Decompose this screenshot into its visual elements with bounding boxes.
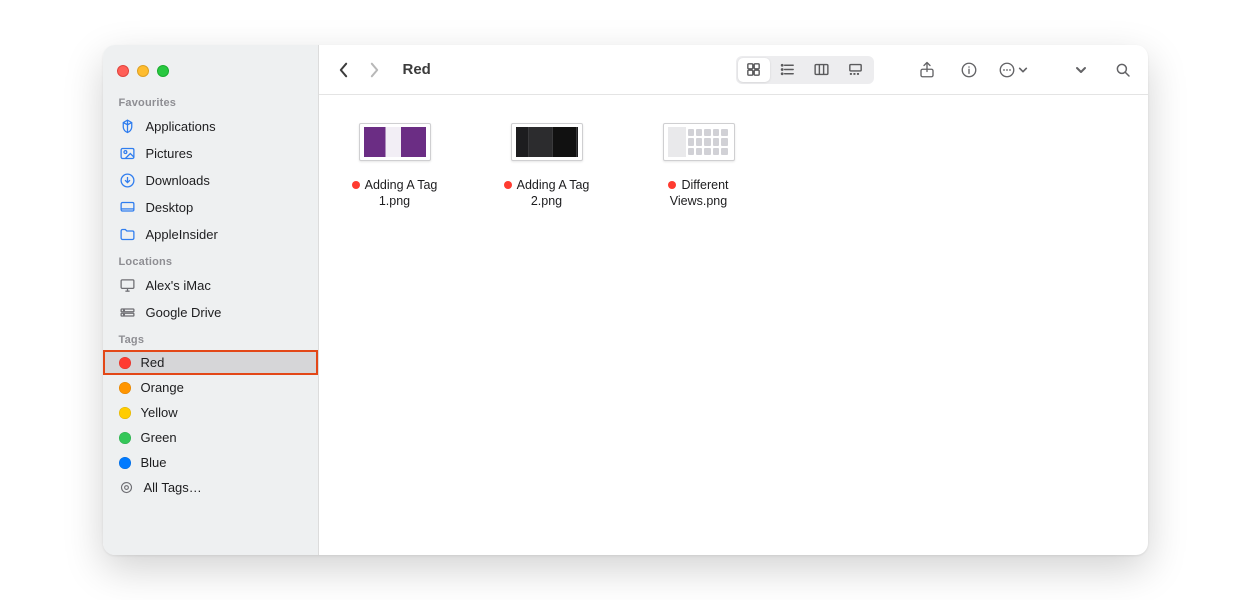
sidebar-item-label: Desktop — [146, 200, 194, 215]
view-list-button[interactable] — [772, 58, 804, 82]
desktop-icon — [119, 199, 136, 216]
sidebar: Favourites Applications Pictures Downloa… — [103, 45, 319, 555]
file-label: Adding A Tag 2.png — [504, 177, 590, 210]
folder-icon — [119, 226, 136, 243]
drive-icon — [119, 304, 136, 321]
sidebar-section-header-locations: Locations — [103, 248, 318, 272]
sidebar-item-label: Yellow — [141, 405, 178, 420]
file-item[interactable]: Adding A Tag 1.png — [339, 123, 451, 210]
tag-orange-icon — [119, 382, 131, 394]
sidebar-item-pictures[interactable]: Pictures — [103, 140, 318, 167]
more-actions-button[interactable] — [998, 61, 1028, 79]
sidebar-item-google-drive[interactable]: Google Drive — [103, 299, 318, 326]
sidebar-item-label: Google Drive — [146, 305, 222, 320]
window-title: Red — [403, 61, 431, 78]
sidebar-item-desktop[interactable]: Desktop — [103, 194, 318, 221]
view-icon-button[interactable] — [738, 58, 770, 82]
imac-icon — [119, 277, 136, 294]
sidebar-item-label: All Tags… — [144, 480, 202, 495]
sidebar-tag-red[interactable]: Red — [103, 350, 318, 375]
file-thumbnail — [511, 123, 583, 161]
sidebar-item-label: Green — [141, 430, 177, 445]
applications-icon — [119, 118, 136, 135]
sidebar-item-label: Blue — [141, 455, 167, 470]
sidebar-tag-green[interactable]: Green — [103, 425, 318, 450]
sidebar-item-label: Red — [141, 355, 165, 370]
sidebar-item-label: Applications — [146, 119, 216, 134]
sidebar-tag-blue[interactable]: Blue — [103, 450, 318, 475]
sidebar-tag-orange[interactable]: Orange — [103, 375, 318, 400]
sidebar-item-label: Alex's iMac — [146, 278, 211, 293]
sidebar-item-label: Downloads — [146, 173, 210, 188]
tag-red-icon — [119, 357, 131, 369]
toolbar: Red — [319, 45, 1148, 95]
sidebar-item-appleinsider[interactable]: AppleInsider — [103, 221, 318, 248]
sidebar-item-label: AppleInsider — [146, 227, 218, 242]
sidebar-item-applications[interactable]: Applications — [103, 113, 318, 140]
sidebar-all-tags[interactable]: All Tags… — [103, 475, 318, 500]
tag-blue-icon — [119, 457, 131, 469]
downloads-icon — [119, 172, 136, 189]
sidebar-tag-yellow[interactable]: Yellow — [103, 400, 318, 425]
tag-dot-icon — [504, 181, 512, 189]
view-gallery-button[interactable] — [840, 58, 872, 82]
file-label: Different Views.png — [668, 177, 728, 210]
sidebar-item-label: Orange — [141, 380, 184, 395]
pictures-icon — [119, 145, 136, 162]
file-item[interactable]: Adding A Tag 2.png — [491, 123, 603, 210]
tag-dot-icon — [352, 181, 360, 189]
file-thumbnail — [663, 123, 735, 161]
content-area: Red — [319, 45, 1148, 555]
fullscreen-window-button[interactable] — [157, 65, 169, 77]
search-button[interactable] — [1110, 57, 1136, 83]
back-button[interactable] — [337, 61, 350, 79]
forward-button[interactable] — [368, 61, 381, 79]
view-mode-segment — [736, 56, 874, 84]
sidebar-item-label: Pictures — [146, 146, 193, 161]
tag-green-icon — [119, 432, 131, 444]
finder-window: Favourites Applications Pictures Downloa… — [103, 45, 1148, 555]
sidebar-section-header-favourites: Favourites — [103, 89, 318, 113]
sidebar-item-alex-imac[interactable]: Alex's iMac — [103, 272, 318, 299]
info-button[interactable] — [956, 57, 982, 83]
file-grid: Adding A Tag 1.png Adding A Tag 2.png — [319, 95, 1148, 555]
all-tags-icon — [119, 480, 134, 495]
file-thumbnail — [359, 123, 431, 161]
minimize-window-button[interactable] — [137, 65, 149, 77]
close-window-button[interactable] — [117, 65, 129, 77]
tag-dot-icon — [668, 181, 676, 189]
toolbar-dropdown[interactable] — [1068, 57, 1094, 83]
window-traffic-lights — [103, 57, 318, 89]
sidebar-section-header-tags: Tags — [103, 326, 318, 350]
sidebar-item-downloads[interactable]: Downloads — [103, 167, 318, 194]
share-button[interactable] — [914, 57, 940, 83]
file-label: Adding A Tag 1.png — [352, 177, 438, 210]
view-column-button[interactable] — [806, 58, 838, 82]
file-item[interactable]: Different Views.png — [643, 123, 755, 210]
nav-buttons — [337, 61, 381, 79]
tag-yellow-icon — [119, 407, 131, 419]
